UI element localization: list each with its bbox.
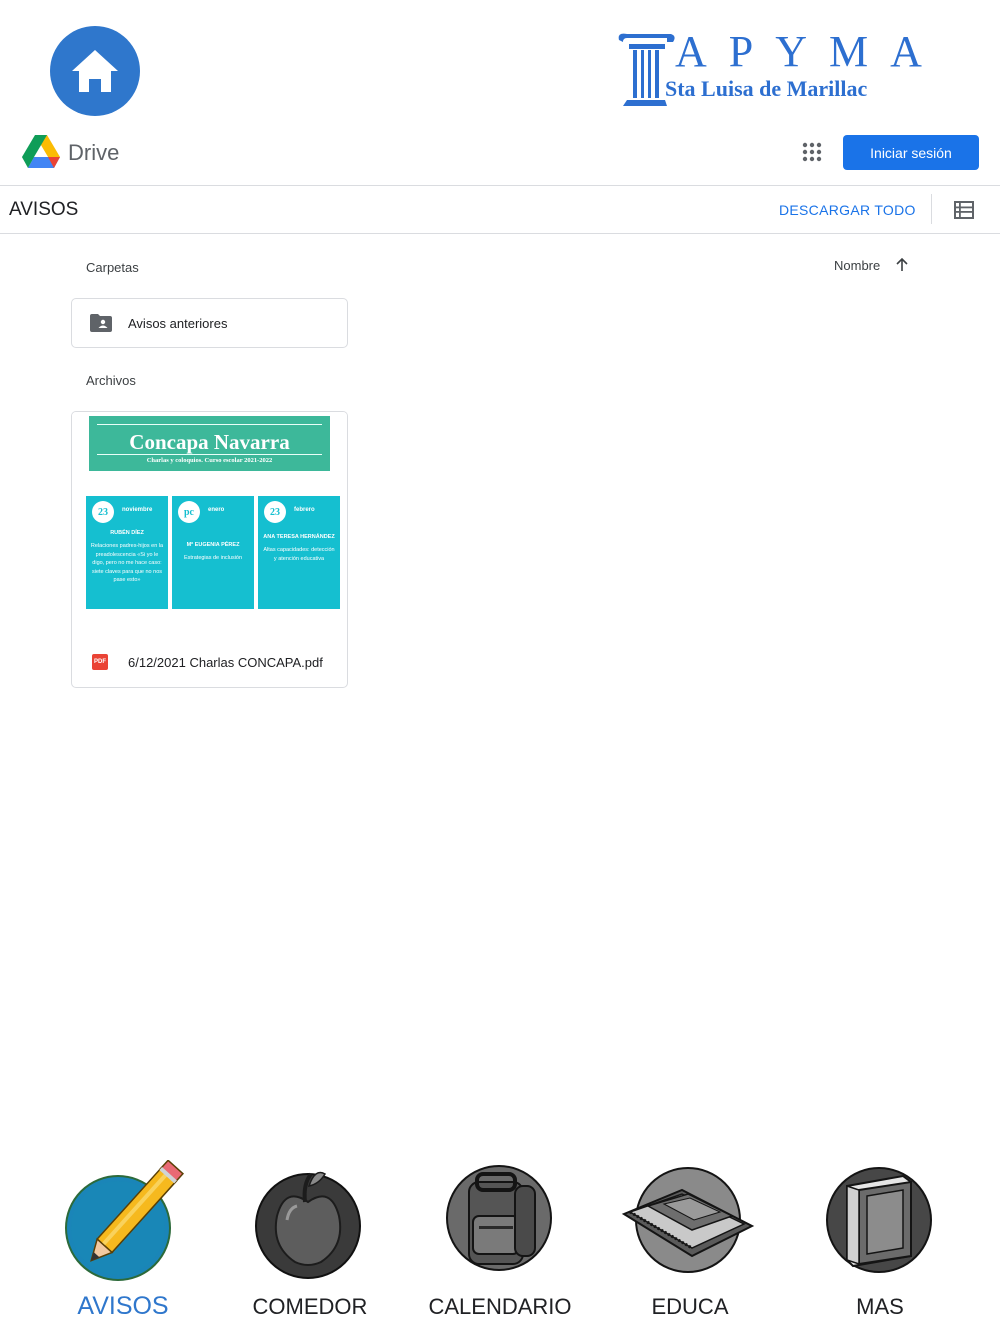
event-month: noviembre (122, 507, 153, 513)
event-day: 23 (92, 501, 114, 523)
pdf-icon: PDF (92, 654, 108, 670)
file-item[interactable]: Concapa Navarra Charlas y coloquios. Cur… (71, 411, 348, 688)
file-name: 6/12/2021 Charlas CONCAPA.pdf (128, 655, 323, 670)
nav-item-educa[interactable]: EDUCA (595, 1160, 785, 1330)
event-day: pc (178, 501, 200, 523)
file-thumbnail: Concapa Navarra Charlas y coloquios. Cur… (72, 412, 347, 628)
backpack-icon (446, 1165, 552, 1271)
nav-label: CALENDARIO (428, 1294, 572, 1319)
thumbnail-title: Concapa Navarra (129, 430, 290, 454)
event-speaker: RUBÉN DÍEZ (110, 530, 144, 536)
thumbnail-event-box: 23 noviembre RUBÉN DÍEZ Relaciones padre… (86, 496, 168, 609)
drive-product-name: Drive (68, 140, 120, 165)
apps-grid-icon[interactable] (800, 140, 824, 164)
thumbnail-event-box: 23 febrero ANA TERESA HERNÁNDEZ Altas ca… (258, 496, 340, 609)
nav-item-avisos[interactable]: AVISOS (28, 1160, 218, 1330)
pencil-icon (65, 1160, 185, 1281)
event-day: 23 (264, 501, 286, 523)
list-view-icon[interactable] (954, 201, 974, 219)
folder-title-bar: AVISOS DESCARGAR TODO (0, 186, 1000, 234)
thumbnail-event-box: pc enero Mª EUGENIA PÉREZ Estrategias de… (172, 496, 254, 609)
nav-label: AVISOS (77, 1292, 169, 1320)
divider (931, 194, 932, 224)
logo-subtitle: Sta Luisa de Marillac (665, 76, 868, 101)
event-topic: Altas capacidades: detección y atención … (263, 547, 335, 562)
download-all-button[interactable]: DESCARGAR TODO (779, 202, 916, 218)
home-icon (72, 50, 118, 92)
thumbnail-subtitle: Charlas y coloquios. Curso escolar 2021-… (146, 457, 273, 464)
event-month: enero (208, 507, 225, 513)
nav-label: MAS (856, 1294, 904, 1319)
nav-label: EDUCA (651, 1294, 729, 1319)
folder-name: Avisos anteriores (128, 316, 228, 331)
file-footer: PDF 6/12/2021 Charlas CONCAPA.pdf (72, 628, 347, 687)
book-icon (826, 1167, 932, 1273)
apple-icon (255, 1171, 361, 1279)
apyma-logo: APYMA Sta Luisa de Marillac (615, 27, 922, 112)
folder-item[interactable]: Avisos anteriores (71, 298, 348, 348)
notebooks-icon (621, 1167, 755, 1273)
event-topic: Relaciones padres-hijos en la preadolesc… (90, 543, 164, 583)
bottom-navigation: AVISOS COMEDOR CALENDARIO EDUCA MAS (0, 1160, 1000, 1334)
files-section-label: Archivos (86, 373, 136, 388)
drive-header: Drive Iniciar sesión (0, 128, 1000, 186)
signin-button[interactable]: Iniciar sesión (843, 135, 979, 170)
home-button[interactable] (50, 26, 140, 116)
nav-item-comedor[interactable]: COMEDOR (215, 1160, 405, 1330)
nav-item-calendario[interactable]: CALENDARIO (405, 1160, 595, 1330)
folders-section-label: Carpetas (86, 260, 139, 275)
event-speaker: ANA TERESA HERNÁNDEZ (263, 534, 335, 540)
thumbnail-banner: Concapa Navarra Charlas y coloquios. Cur… (89, 416, 330, 471)
sort-by-name-button[interactable]: Nombre (834, 258, 880, 273)
google-drive-logo-icon (22, 135, 60, 168)
arrow-up-icon[interactable] (893, 256, 911, 274)
event-topic: Estrategias de inclusión (183, 555, 243, 561)
nav-item-mas[interactable]: MAS (785, 1160, 975, 1330)
event-month: febrero (294, 507, 315, 513)
logo-title: APYMA (675, 27, 944, 76)
shared-folder-icon (90, 314, 112, 332)
folder-title: AVISOS (9, 199, 79, 220)
nav-label: COMEDOR (252, 1294, 368, 1319)
event-speaker: Mª EUGENIA PÉREZ (186, 542, 240, 548)
